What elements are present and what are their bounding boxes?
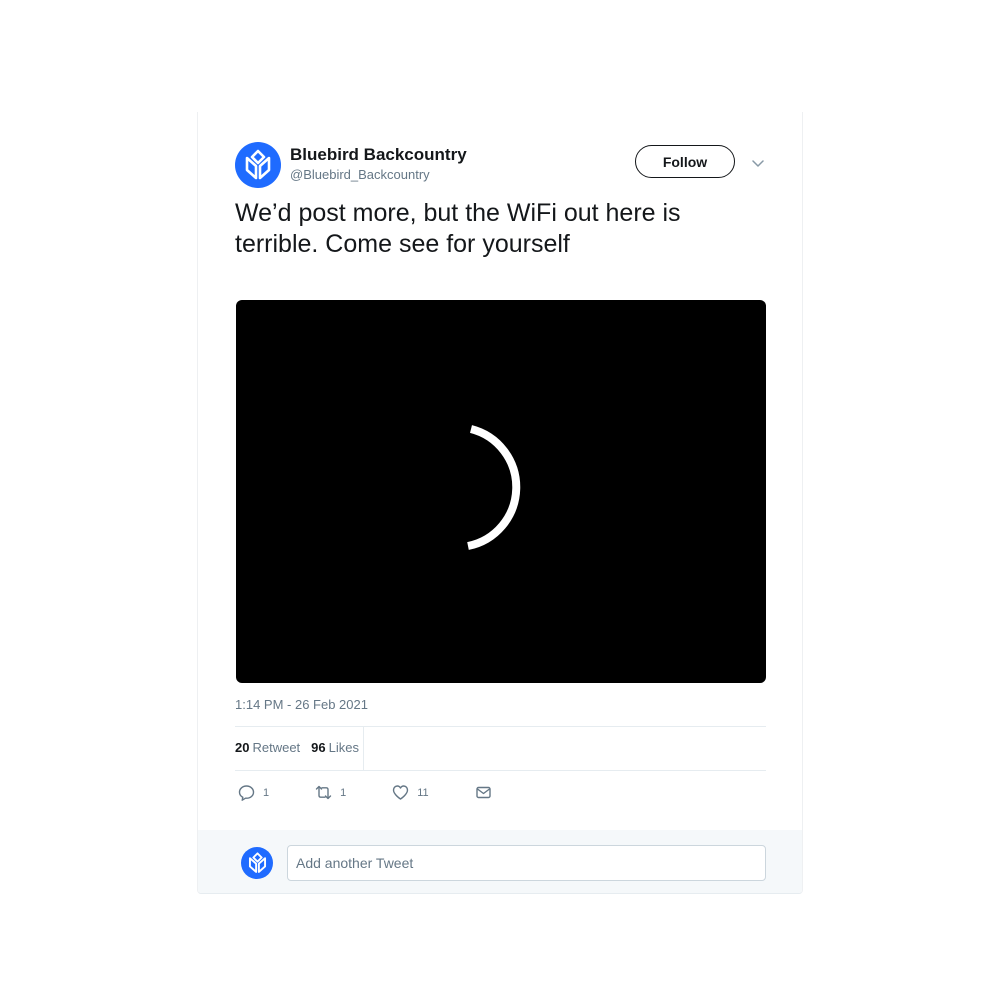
stats-separator — [363, 727, 364, 770]
mail-icon — [475, 786, 491, 799]
loading-spinner-icon — [467, 425, 521, 550]
likes-stat[interactable]: 96 Likes — [311, 740, 359, 755]
like-action[interactable]: 11 — [392, 784, 429, 801]
retweet-icon — [315, 785, 332, 800]
heart-icon — [393, 785, 409, 800]
retweet-count-action: 1 — [340, 786, 347, 799]
retweet-count: 20 — [235, 740, 250, 755]
like-count: 11 — [417, 786, 429, 799]
author-avatar[interactable] — [235, 142, 281, 188]
divider — [235, 770, 766, 771]
tweet-timestamp[interactable]: 1:14 PM - 26 Feb 2021 — [235, 697, 368, 712]
tweet-stats: 20 Retweet 96 Likes — [235, 740, 359, 755]
tweet-text: We’d post more, but the WiFi out here is… — [235, 199, 681, 258]
tweet-media-video[interactable] — [236, 300, 766, 683]
follow-button[interactable]: Follow — [635, 145, 735, 178]
divider — [235, 726, 766, 727]
likes-count: 96 — [311, 740, 326, 755]
reply-count: 1 — [263, 786, 270, 799]
reply-action[interactable]: 1 — [238, 784, 269, 801]
reply-composer — [198, 830, 802, 893]
likes-stat-label: Likes — [328, 740, 359, 755]
wheat-leaf-logo-icon — [245, 149, 271, 180]
chevron-down-icon[interactable] — [750, 156, 766, 170]
wheat-leaf-logo-icon — [248, 852, 266, 873]
reply-input[interactable] — [287, 845, 766, 881]
tweet-card: Bluebird Backcountry @Bluebird_Backcount… — [197, 112, 803, 894]
retweet-stat-label: Retweet — [252, 740, 301, 755]
author-name[interactable]: Bluebird Backcountry — [290, 145, 467, 165]
direct-message-action[interactable] — [475, 784, 492, 801]
author-handle[interactable]: @Bluebird_Backcountry — [290, 167, 430, 182]
retweet-action[interactable]: 1 — [315, 784, 346, 801]
tweet-actions: 1 1 11 — [238, 784, 538, 801]
retweet-stat[interactable]: 20 Retweet — [235, 740, 300, 755]
reply-icon — [238, 785, 255, 801]
user-avatar — [241, 847, 273, 879]
